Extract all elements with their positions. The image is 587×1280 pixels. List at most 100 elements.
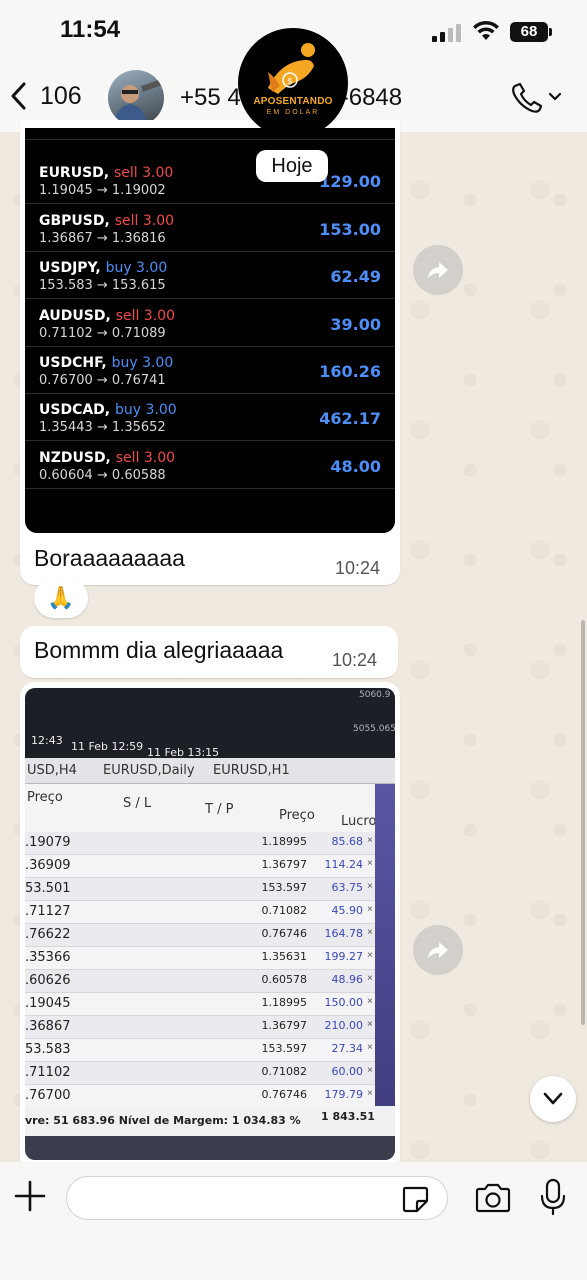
footer-total: 1 843.51 xyxy=(321,1110,375,1123)
symbol-label: USDJPY, xyxy=(39,260,101,277)
close-icon: × xyxy=(367,835,373,846)
tab: EURUSD,Daily xyxy=(103,763,195,778)
terminal-photo[interactable]: 5060.9 5055.065 12:43 11 Feb 12:59 11 Fe… xyxy=(25,688,395,1160)
tab: USD,H4 xyxy=(27,763,77,778)
trade-symbol: AUDUSD, sell 3.00 xyxy=(39,308,175,324)
trade-symbol: USDJPY, buy 3.00 xyxy=(39,260,167,276)
trade-symbol: USDCHF, buy 3.00 xyxy=(39,355,173,371)
close-icon: × xyxy=(367,1042,373,1053)
plus-icon[interactable] xyxy=(14,1180,46,1212)
current-price: 1.18995 xyxy=(261,996,308,1009)
scrollbar[interactable] xyxy=(581,620,585,1025)
open-price: 53.501 xyxy=(25,881,71,896)
terminal-footer: vre: 51 683.96 Nível de Margem: 1 034.83… xyxy=(25,1106,395,1136)
current-price: 0.71082 xyxy=(261,904,308,917)
trade-row: USDCHF, buy 3.00 0.76700 → 0.76741 160.26 xyxy=(25,347,395,394)
table-row: .76622 0.76746 164.78 × xyxy=(25,924,375,947)
current-price: 1.36797 xyxy=(261,1019,308,1032)
reaction-badge[interactable]: 🙏 xyxy=(34,578,88,618)
open-price: .19045 xyxy=(25,996,71,1011)
trade-profit: 62.49 xyxy=(330,267,381,287)
trade-row: EURUSD, sell 3.00 1.19045 → 1.19002 129.00 xyxy=(25,157,395,205)
forward-button[interactable] xyxy=(413,925,463,975)
logo-figure-icon: $ xyxy=(268,43,315,94)
trade-prices: 1.19045 → 1.19002 xyxy=(39,183,166,199)
open-price: .35366 xyxy=(25,950,71,965)
close-icon: × xyxy=(367,1065,373,1076)
trade-side: sell 3.00 xyxy=(115,449,176,466)
time-label: 12:43 xyxy=(31,734,63,747)
profit-value: 45.90 xyxy=(331,904,364,917)
trade-prices: 1.35443 → 1.35652 xyxy=(39,420,166,436)
date-separator: Hoje xyxy=(256,150,328,182)
forward-button[interactable] xyxy=(413,245,463,295)
column-header: T / P xyxy=(205,802,234,817)
current-price: 153.597 xyxy=(261,881,308,894)
message-text: Boraaaaaaaaa xyxy=(34,545,185,571)
trade-side: buy 3.00 xyxy=(105,260,168,277)
back-button[interactable]: 106 xyxy=(8,76,82,116)
trade-side: buy 3.00 xyxy=(111,355,174,371)
table-row: 53.501 153.597 63.75 × xyxy=(25,878,375,901)
open-price: .71102 xyxy=(25,1065,71,1080)
contact-avatar[interactable] xyxy=(108,70,164,126)
trade-symbol: NZDUSD, sell 3.00 xyxy=(39,450,175,466)
trade-row: NZDUSD, sell 3.00 0.60604 → 0.60588 48.00 xyxy=(25,442,395,489)
logo-title: APOSENTANDO xyxy=(253,96,333,107)
profit-value: 63.75 xyxy=(331,881,364,894)
logo-subtitle: EM DOLAR xyxy=(266,109,320,116)
battery-indicator: 68 xyxy=(510,22,552,42)
trades-screenshot[interactable]: 0.60626 → 0.6058838.76EURUSD, sell 3.001… xyxy=(25,128,395,533)
wifi-icon xyxy=(473,20,499,40)
message-time: 10:24 xyxy=(335,558,381,578)
chevron-left-icon xyxy=(11,82,26,110)
microphone-icon[interactable] xyxy=(540,1178,566,1216)
sticker-icon[interactable] xyxy=(400,1184,430,1214)
message-time: 10:24 xyxy=(332,650,378,670)
trade-prices: 1.36867 → 1.36816 xyxy=(39,230,166,246)
profit-value: 27.34 xyxy=(331,1042,364,1055)
current-price: 1.35631 xyxy=(261,950,308,963)
column-header: Preço xyxy=(27,790,63,805)
message-input[interactable] xyxy=(66,1176,448,1220)
trade-row: USDCAD, buy 3.00 1.35443 → 1.35652 462.17 xyxy=(25,394,395,442)
close-icon: × xyxy=(367,881,373,892)
close-icon: × xyxy=(367,927,373,938)
camera-icon[interactable] xyxy=(474,1182,512,1214)
forward-arrow-icon xyxy=(428,942,448,959)
open-price: .71127 xyxy=(25,904,71,919)
call-button[interactable] xyxy=(508,80,568,116)
table-row: .36867 1.36797 210.00 × xyxy=(25,1016,375,1039)
photo-background-edge xyxy=(375,784,395,1160)
trade-profit: 129.00 xyxy=(319,172,381,192)
positions-table: Preço S / L T / P Preço Lucro .19079 1.18… xyxy=(25,784,376,1154)
scroll-to-bottom-button[interactable] xyxy=(530,1076,576,1122)
trade-profit: 160.26 xyxy=(319,362,381,381)
time-label: 11 Feb 12:59 xyxy=(71,740,144,753)
open-price: .36867 xyxy=(25,1019,71,1034)
trade-row: USDJPY, buy 3.00 153.583 → 153.615 62.49 xyxy=(25,252,395,300)
terminal-tabs: USD,H4 EURUSD,Daily EURUSD,H1 xyxy=(25,758,395,784)
current-price: 0.60578 xyxy=(261,973,308,986)
avatar-photo xyxy=(114,78,164,126)
current-price: 0.76746 xyxy=(261,927,308,940)
symbol-label: USDCAD, xyxy=(39,402,111,419)
trade-symbol: USDCAD, buy 3.00 xyxy=(39,402,177,418)
current-price: 0.71082 xyxy=(261,1065,308,1078)
open-price: .19079 xyxy=(25,835,71,850)
profit-value: 114.24 xyxy=(324,858,364,871)
trade-side: buy 3.00 xyxy=(115,402,177,419)
table-row: 53.583 153.597 27.34 × xyxy=(25,1039,375,1062)
table-row: .71127 0.71082 45.90 × xyxy=(25,901,375,924)
symbol-label: EURUSD, xyxy=(39,165,110,182)
table-row: .19079 1.18995 85.68 × xyxy=(25,832,375,855)
table-row: .35366 1.35631 199.27 × xyxy=(25,947,375,970)
trade-row: AUDUSD, sell 3.00 0.71102 → 0.71089 39.00 xyxy=(25,300,395,347)
open-price: 53.583 xyxy=(25,1042,71,1057)
brand-logo: $ APOSENTANDO EM DOLAR xyxy=(238,28,348,138)
trade-row: GBPUSD, sell 3.00 1.36867 → 1.36816 153.00 xyxy=(25,205,395,252)
unread-count: 106 xyxy=(40,81,82,110)
table-row: .76700 0.76746 179.79 × xyxy=(25,1085,375,1108)
profit-value: 48.96 xyxy=(331,973,364,986)
trade-side: sell 3.00 xyxy=(114,212,175,229)
